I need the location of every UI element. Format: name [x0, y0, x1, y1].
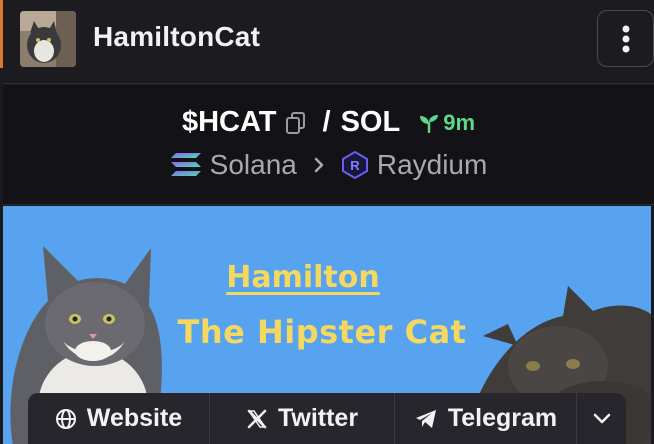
solana-icon [170, 153, 201, 176]
chevron-down-icon [593, 413, 610, 423]
pair-age: 9m [418, 110, 475, 136]
pair-age-value: 9m [443, 109, 475, 135]
pair-separator: / [322, 106, 331, 138]
more-links-button[interactable] [577, 393, 626, 444]
chain-breadcrumb: Solana R Raydium [3, 149, 654, 181]
globe-icon [55, 408, 76, 429]
quote-symbol: SOL [340, 106, 401, 138]
seedling-icon [420, 114, 439, 133]
x-twitter-icon [247, 409, 267, 428]
dex-name[interactable]: Raydium [377, 149, 487, 181]
banner-title-line1: Hamilton [226, 260, 380, 295]
raydium-icon: R [341, 151, 368, 179]
telegram-icon [415, 409, 436, 428]
chevron-right-icon [313, 156, 325, 174]
website-label: Website [86, 404, 183, 432]
telegram-label: Telegram [447, 404, 558, 432]
copy-icon[interactable] [285, 111, 307, 135]
website-link[interactable]: Website [28, 393, 210, 444]
token-symbol: $HCAT [181, 106, 277, 138]
banner-title-line2: The Hipster Cat [177, 313, 467, 351]
svg-text:R: R [350, 158, 360, 173]
twitter-label: Twitter [277, 404, 359, 432]
cat-avatar-icon [20, 11, 76, 67]
token-avatar [20, 11, 76, 67]
social-links-bar: Website Twitter Telegram [28, 393, 626, 444]
chain-name[interactable]: Solana [210, 149, 297, 181]
vertical-ellipsis-icon [622, 25, 629, 52]
pair-line: $HCAT / SOL 9m [3, 106, 654, 139]
more-options-button[interactable] [597, 10, 654, 67]
token-pair-panel: HamiltonCat $HCAT / SOL 9m Solana R Rayd… [0, 0, 654, 444]
pair-info: $HCAT / SOL 9m Solana R Raydium [3, 85, 654, 205]
token-name: HamiltonCat [93, 21, 261, 52]
twitter-link[interactable]: Twitter [210, 393, 395, 444]
token-header: HamiltonCat [3, 0, 654, 84]
telegram-link[interactable]: Telegram [395, 393, 577, 444]
